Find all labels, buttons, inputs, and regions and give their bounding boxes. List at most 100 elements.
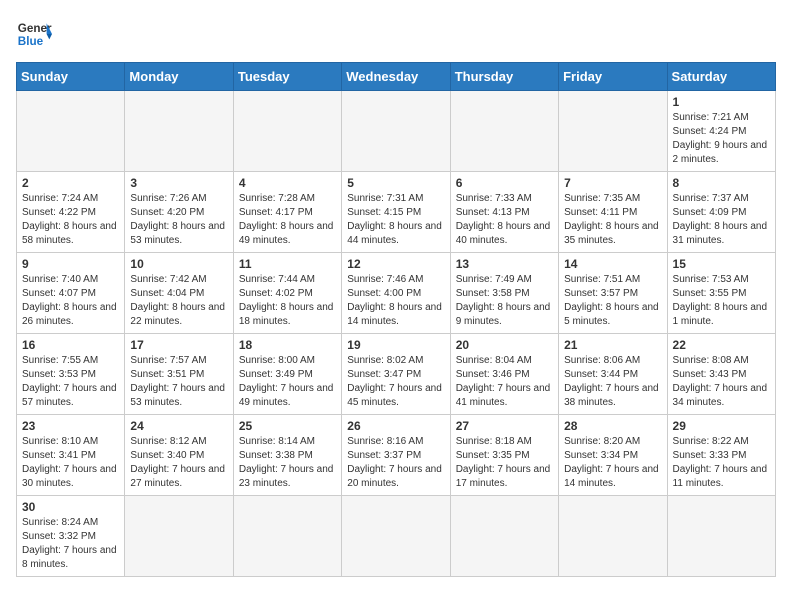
calendar-cell-1-5 [450,91,558,172]
calendar-cell-1-6 [559,91,667,172]
day-number: 21 [564,338,661,352]
day-number: 22 [673,338,770,352]
day-number: 30 [22,500,119,514]
calendar-cell-1-3 [233,91,341,172]
calendar-cell-5-7: 29Sunrise: 8:22 AM Sunset: 3:33 PM Dayli… [667,415,775,496]
day-info: Sunrise: 7:24 AM Sunset: 4:22 PM Dayligh… [22,192,119,248]
day-info: Sunrise: 7:42 AM Sunset: 4:04 PM Dayligh… [130,273,227,329]
day-number: 24 [130,419,227,433]
calendar-cell-4-7: 22Sunrise: 8:08 AM Sunset: 3:43 PM Dayli… [667,334,775,415]
week-row-6: 30 Sunrise: 8:24 AM Sunset: 3:32 PM Dayli… [17,496,776,577]
day-info: Sunrise: 7:49 AM Sunset: 3:58 PM Dayligh… [456,273,553,329]
calendar-cell-1-1 [17,91,125,172]
day-info: Sunrise: 8:00 AM Sunset: 3:49 PM Dayligh… [239,354,336,410]
calendar-cell-2-2: 3Sunrise: 7:26 AM Sunset: 4:20 PM Daylig… [125,172,233,253]
day-info: Sunrise: 7:21 AM Sunset: 4:24 PM Dayligh… [673,111,770,167]
header: General Blue [16,16,776,52]
calendar-cell-2-1: 2 Sunrise: 7:24 AM Sunset: 4:22 PM Daylig… [17,172,125,253]
day-info: Sunrise: 7:51 AM Sunset: 3:57 PM Dayligh… [564,273,661,329]
calendar-cell-5-6: 28Sunrise: 8:20 AM Sunset: 3:34 PM Dayli… [559,415,667,496]
day-info: Sunrise: 7:40 AM Sunset: 4:07 PM Dayligh… [22,273,119,329]
day-number: 29 [673,419,770,433]
day-number: 5 [347,176,444,190]
calendar-table: SundayMondayTuesdayWednesdayThursdayFrid… [16,62,776,577]
day-info: Sunrise: 7:33 AM Sunset: 4:13 PM Dayligh… [456,192,553,248]
calendar-cell-5-4: 26 Sunrise: 8:16 AM Sunset: 3:37 PM Dayli… [342,415,450,496]
calendar-cell-6-5 [450,496,558,577]
week-row-5: 23Sunrise: 8:10 AM Sunset: 3:41 PM Dayli… [17,415,776,496]
weekday-header-saturday: Saturday [667,63,775,91]
day-number: 1 [673,95,770,109]
week-row-1: 1 Sunrise: 7:21 AM Sunset: 4:24 PM Daylig… [17,91,776,172]
day-info: Sunrise: 8:06 AM Sunset: 3:44 PM Dayligh… [564,354,661,410]
day-number: 3 [130,176,227,190]
day-number: 4 [239,176,336,190]
calendar-cell-3-4: 12Sunrise: 7:46 AM Sunset: 4:00 PM Dayli… [342,253,450,334]
calendar-cell-2-5: 6 Sunrise: 7:33 AM Sunset: 4:13 PM Daylig… [450,172,558,253]
week-row-4: 16Sunrise: 7:55 AM Sunset: 3:53 PM Dayli… [17,334,776,415]
day-info: Sunrise: 8:04 AM Sunset: 3:46 PM Dayligh… [456,354,553,410]
day-info: Sunrise: 8:24 AM Sunset: 3:32 PM Dayligh… [22,516,119,572]
logo-icon: General Blue [16,16,52,52]
calendar-cell-2-3: 4 Sunrise: 7:28 AM Sunset: 4:17 PM Daylig… [233,172,341,253]
calendar-cell-6-7 [667,496,775,577]
calendar-cell-6-2 [125,496,233,577]
calendar-cell-2-7: 8Sunrise: 7:37 AM Sunset: 4:09 PM Daylig… [667,172,775,253]
day-info: Sunrise: 7:44 AM Sunset: 4:02 PM Dayligh… [239,273,336,329]
calendar-cell-2-6: 7 Sunrise: 7:35 AM Sunset: 4:11 PM Daylig… [559,172,667,253]
day-number: 9 [22,257,119,271]
calendar-cell-5-3: 25Sunrise: 8:14 AM Sunset: 3:38 PM Dayli… [233,415,341,496]
day-info: Sunrise: 8:12 AM Sunset: 3:40 PM Dayligh… [130,435,227,491]
calendar-cell-1-7: 1 Sunrise: 7:21 AM Sunset: 4:24 PM Daylig… [667,91,775,172]
calendar-cell-5-1: 23Sunrise: 8:10 AM Sunset: 3:41 PM Dayli… [17,415,125,496]
day-number: 14 [564,257,661,271]
weekday-header-row: SundayMondayTuesdayWednesdayThursdayFrid… [17,63,776,91]
calendar-cell-3-6: 14 Sunrise: 7:51 AM Sunset: 3:57 PM Dayli… [559,253,667,334]
calendar-cell-3-1: 9 Sunrise: 7:40 AM Sunset: 4:07 PM Daylig… [17,253,125,334]
weekday-header-wednesday: Wednesday [342,63,450,91]
day-info: Sunrise: 8:18 AM Sunset: 3:35 PM Dayligh… [456,435,553,491]
day-number: 17 [130,338,227,352]
calendar-cell-4-3: 18 Sunrise: 8:00 AM Sunset: 3:49 PM Dayli… [233,334,341,415]
calendar-cell-6-1: 30 Sunrise: 8:24 AM Sunset: 3:32 PM Dayli… [17,496,125,577]
day-info: Sunrise: 7:57 AM Sunset: 3:51 PM Dayligh… [130,354,227,410]
calendar-cell-3-2: 10 Sunrise: 7:42 AM Sunset: 4:04 PM Dayli… [125,253,233,334]
calendar-cell-1-4 [342,91,450,172]
calendar-cell-6-3 [233,496,341,577]
day-number: 23 [22,419,119,433]
day-info: Sunrise: 8:16 AM Sunset: 3:37 PM Dayligh… [347,435,444,491]
day-number: 11 [239,257,336,271]
calendar-cell-4-5: 20 Sunrise: 8:04 AM Sunset: 3:46 PM Dayli… [450,334,558,415]
day-number: 7 [564,176,661,190]
day-info: Sunrise: 7:37 AM Sunset: 4:09 PM Dayligh… [673,192,770,248]
day-info: Sunrise: 7:28 AM Sunset: 4:17 PM Dayligh… [239,192,336,248]
day-info: Sunrise: 7:35 AM Sunset: 4:11 PM Dayligh… [564,192,661,248]
weekday-header-thursday: Thursday [450,63,558,91]
day-number: 26 [347,419,444,433]
week-row-2: 2 Sunrise: 7:24 AM Sunset: 4:22 PM Daylig… [17,172,776,253]
day-number: 20 [456,338,553,352]
calendar-cell-3-3: 11 Sunrise: 7:44 AM Sunset: 4:02 PM Dayli… [233,253,341,334]
svg-text:Blue: Blue [18,35,44,48]
day-number: 6 [456,176,553,190]
weekday-header-tuesday: Tuesday [233,63,341,91]
weekday-header-monday: Monday [125,63,233,91]
day-info: Sunrise: 8:02 AM Sunset: 3:47 PM Dayligh… [347,354,444,410]
weekday-header-friday: Friday [559,63,667,91]
calendar-cell-6-6 [559,496,667,577]
day-number: 10 [130,257,227,271]
day-number: 18 [239,338,336,352]
calendar-cell-5-5: 27 Sunrise: 8:18 AM Sunset: 3:35 PM Dayli… [450,415,558,496]
calendar-cell-6-4 [342,496,450,577]
day-info: Sunrise: 7:53 AM Sunset: 3:55 PM Dayligh… [673,273,770,329]
day-number: 2 [22,176,119,190]
calendar-cell-4-6: 21 Sunrise: 8:06 AM Sunset: 3:44 PM Dayli… [559,334,667,415]
day-info: Sunrise: 8:14 AM Sunset: 3:38 PM Dayligh… [239,435,336,491]
day-number: 15 [673,257,770,271]
day-number: 19 [347,338,444,352]
day-info: Sunrise: 8:20 AM Sunset: 3:34 PM Dayligh… [564,435,661,491]
calendar-cell-3-7: 15 Sunrise: 7:53 AM Sunset: 3:55 PM Dayli… [667,253,775,334]
day-number: 27 [456,419,553,433]
calendar-cell-4-2: 17 Sunrise: 7:57 AM Sunset: 3:51 PM Dayli… [125,334,233,415]
calendar-cell-4-1: 16Sunrise: 7:55 AM Sunset: 3:53 PM Dayli… [17,334,125,415]
